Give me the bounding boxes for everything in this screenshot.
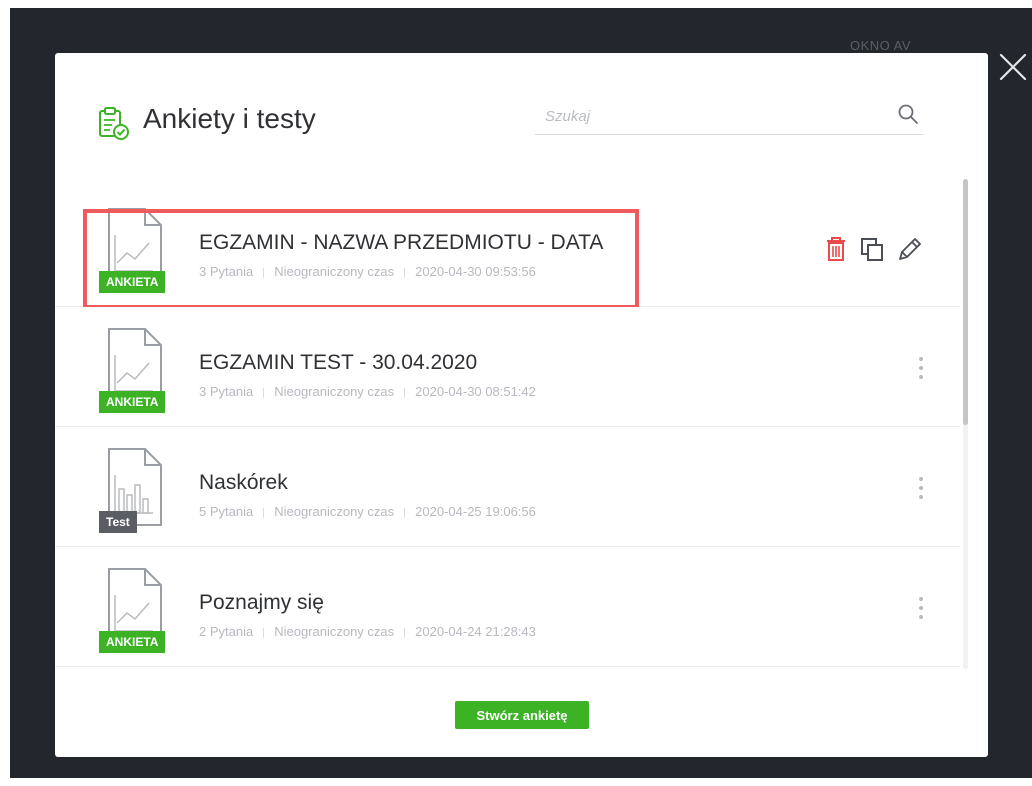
clipboard-check-icon	[97, 105, 131, 141]
search-bar	[535, 93, 923, 135]
survey-meta: 3 Pytania Nieograniczony czas 2020-04-30 0…	[199, 384, 536, 399]
survey-title[interactable]: Poznajmy się	[199, 591, 324, 615]
meta-divider	[404, 627, 406, 638]
survey-type-badge: ANKIETA	[99, 271, 166, 293]
modal-title: Ankiety i testy	[143, 103, 316, 134]
survey-row[interactable]: ANKIETA Poznajmy się 2 Pytania Nieogranic…	[55, 547, 960, 667]
more-options-icon[interactable]	[913, 475, 929, 501]
create-survey-button[interactable]: Stwórz ankietę	[455, 701, 589, 729]
meta-divider	[263, 507, 265, 518]
survey-title[interactable]: EGZAMIN - NAZWA PRZEDMIOTU - DATA	[199, 231, 603, 255]
time-limit: Nieograniczony czas	[274, 264, 395, 279]
survey-list: ANKIETA EGZAMIN - NAZWA PRZEDMIOTU - DAT…	[55, 187, 960, 667]
survey-row[interactable]: ANKIETA EGZAMIN TEST - 30.04.2020 3 Pyta…	[55, 307, 960, 427]
survey-meta: 5 Pytania Nieograniczony czas 2020-04-25 1…	[199, 504, 536, 519]
search-input[interactable]	[545, 103, 875, 129]
meta-divider	[263, 627, 265, 638]
meta-divider	[263, 387, 265, 398]
more-options-icon[interactable]	[913, 595, 929, 621]
survey-type-badge: ANKIETA	[99, 631, 166, 653]
survey-meta: 2 Pytania Nieograniczony czas 2020-04-24 2…	[199, 624, 536, 639]
survey-title[interactable]: Naskórek	[199, 471, 288, 495]
trash-icon[interactable]	[823, 235, 849, 263]
row-actions	[823, 235, 928, 263]
meta-divider	[263, 267, 265, 278]
created-date: 2020-04-30 08:51:42	[415, 384, 536, 399]
time-limit: Nieograniczony czas	[274, 504, 395, 519]
close-icon[interactable]	[996, 50, 1030, 84]
question-count: 5 Pytania	[199, 504, 254, 519]
survey-row[interactable]: Test Naskórek 5 Pytania Nieograniczony cz…	[55, 427, 960, 547]
meta-divider	[404, 387, 406, 398]
search-icon[interactable]	[897, 103, 919, 125]
meta-divider	[404, 267, 406, 278]
time-limit: Nieograniczony czas	[274, 624, 395, 639]
survey-type-badge: Test	[99, 511, 137, 533]
survey-row-selected[interactable]: ANKIETA EGZAMIN - NAZWA PRZEDMIOTU - DAT…	[55, 187, 960, 309]
list-scrollbar[interactable]	[963, 179, 968, 669]
question-count: 3 Pytania	[199, 384, 254, 399]
question-count: 3 Pytania	[199, 264, 254, 279]
pencil-icon[interactable]	[896, 235, 922, 263]
survey-meta: 3 Pytania Nieograniczony czas 2020-04-30 0…	[199, 264, 536, 279]
meta-divider	[404, 507, 406, 518]
duplicate-icon[interactable]	[859, 235, 885, 263]
survey-type-badge: ANKIETA	[99, 391, 166, 413]
created-date: 2020-04-25 19:06:56	[415, 504, 536, 519]
surveys-modal: Ankiety i testy ANKIETA EGZAMIN - NAZWA …	[55, 53, 988, 757]
created-date: 2020-04-30 09:53:56	[415, 264, 536, 279]
created-date: 2020-04-24 21:28:43	[415, 624, 536, 639]
survey-title[interactable]: EGZAMIN TEST - 30.04.2020	[199, 351, 477, 375]
time-limit: Nieograniczony czas	[274, 384, 395, 399]
question-count: 2 Pytania	[199, 624, 254, 639]
more-options-icon[interactable]	[913, 355, 929, 381]
modal-header: Ankiety i testy	[55, 53, 988, 183]
background-label: OKNO AV	[850, 38, 912, 53]
scrollbar-thumb[interactable]	[963, 179, 968, 425]
